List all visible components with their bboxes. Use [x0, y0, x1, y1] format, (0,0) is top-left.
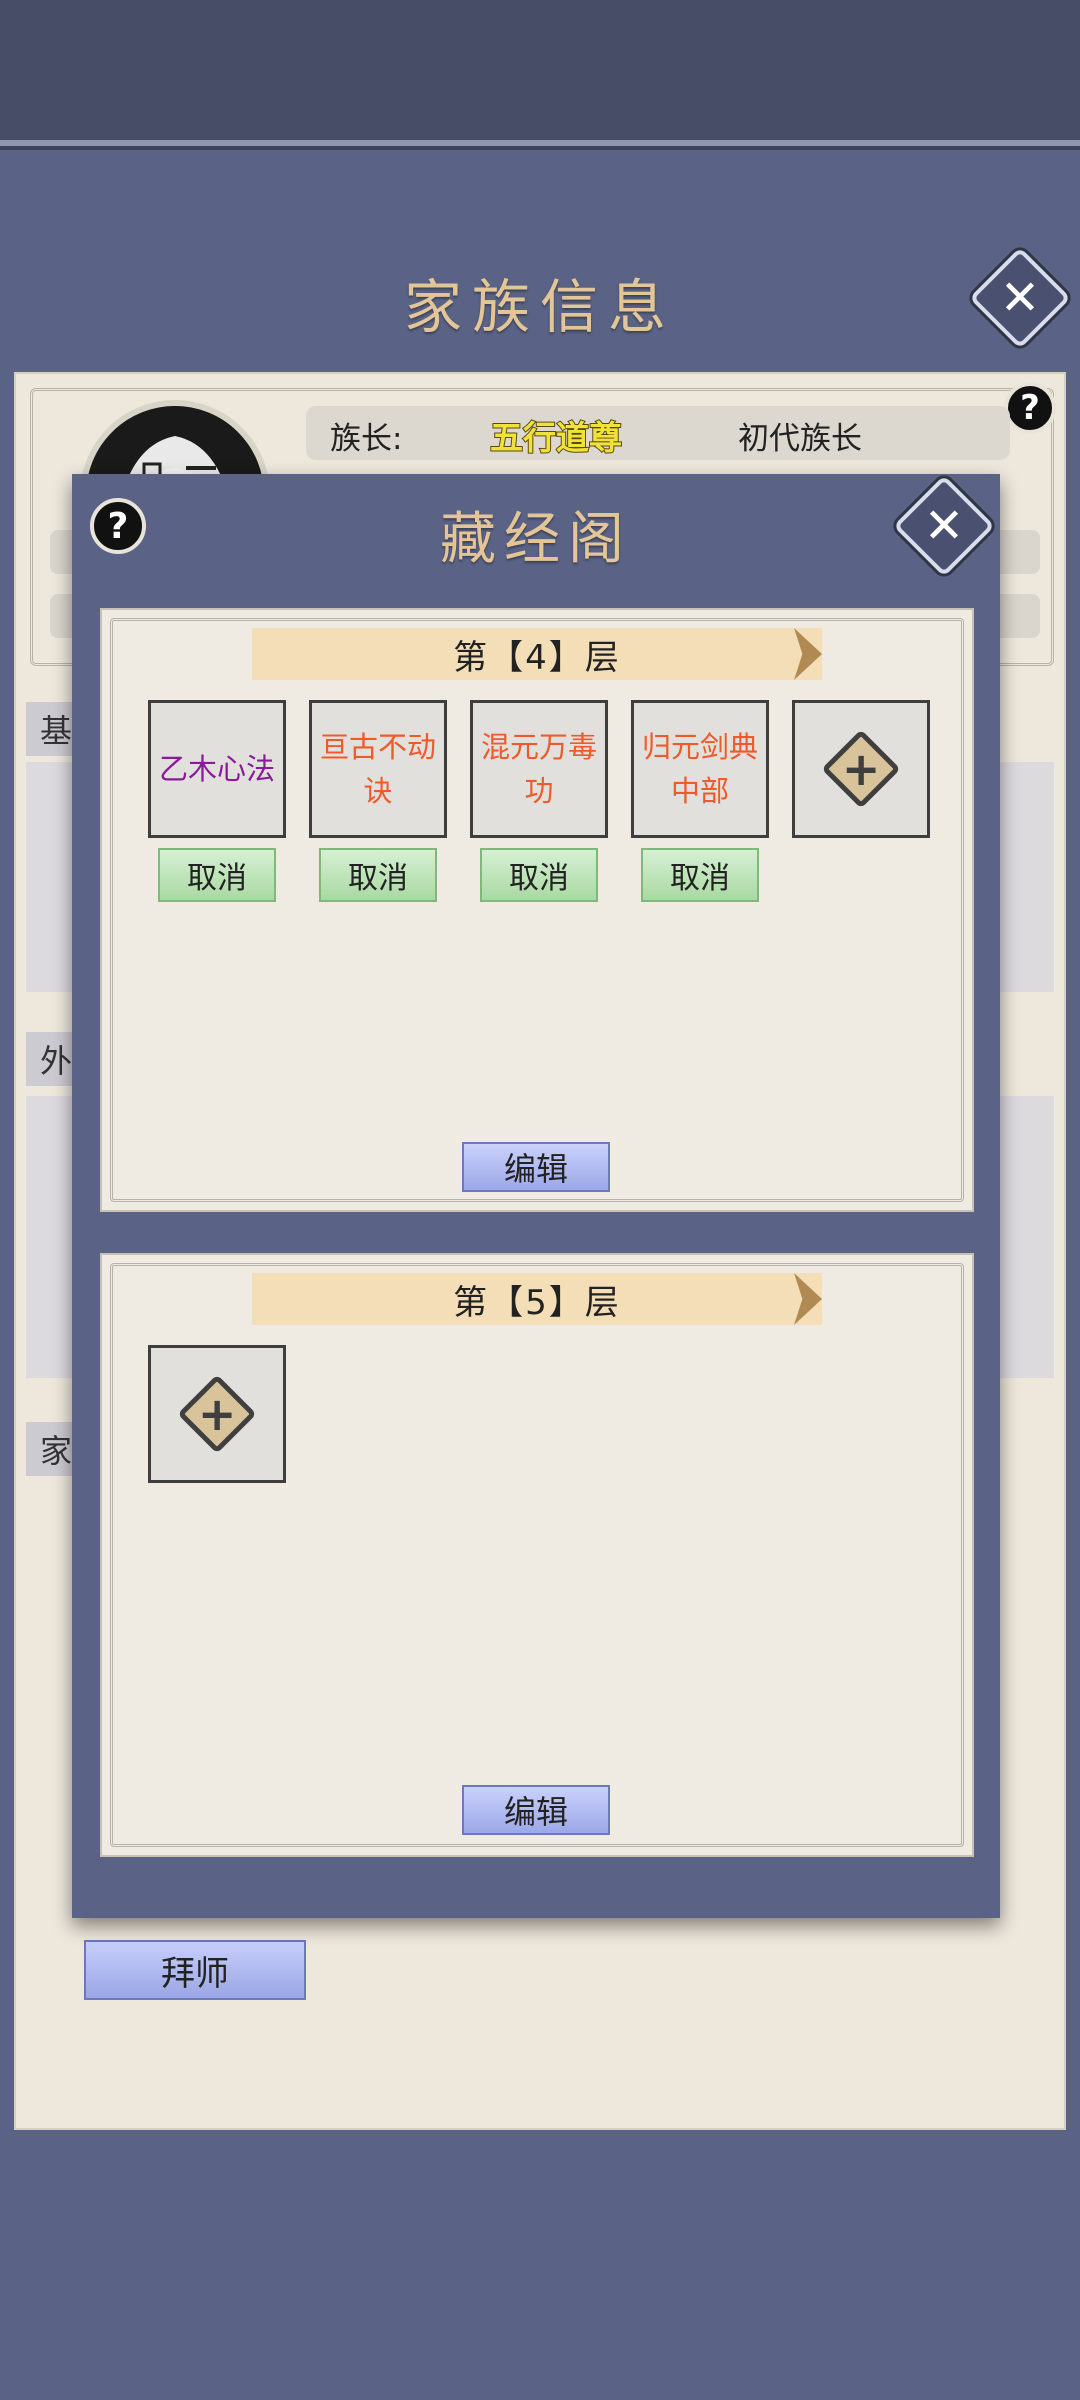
edit-button[interactable]: 编辑 — [462, 1785, 610, 1835]
family-help-icon[interactable]: ? — [1004, 382, 1056, 434]
floor-panel-5: 第【5】层 + 编辑 — [100, 1253, 974, 1857]
book-slot[interactable]: 亘古不动诀 — [309, 700, 447, 838]
cancel-button[interactable]: 取消 — [319, 848, 437, 902]
top-band-edge-shadow — [0, 146, 1080, 150]
book-slot[interactable]: 混元万毒功 — [470, 700, 608, 838]
patriarch-label: 族长: — [330, 421, 403, 457]
add-book-slot[interactable]: + — [148, 1345, 286, 1483]
book-slot[interactable]: 归元剑典中部 — [631, 700, 769, 838]
add-icon: + — [177, 1374, 257, 1454]
patriarch-title: 初代族长 — [738, 421, 862, 457]
floor-banner: 第【4】层 — [252, 628, 822, 680]
add-icon: + — [821, 729, 901, 809]
family-info-title: 家族信息 — [403, 273, 676, 341]
patriarch-row — [306, 406, 1010, 460]
patriarch-name[interactable]: 五行道尊 — [489, 411, 623, 459]
edit-button[interactable]: 编辑 — [462, 1142, 610, 1192]
add-book-slot[interactable]: + — [792, 700, 930, 838]
cancel-button[interactable]: 取消 — [480, 848, 598, 902]
floor-panel-4: 第【4】层 乙木心法 亘古不动诀 混元万毒功 归元剑典中部 + 取消 取消 取消… — [100, 608, 974, 1212]
cancel-button[interactable]: 取消 — [641, 848, 759, 902]
pavilion-help-icon[interactable]: ? — [90, 498, 146, 554]
close-icon: ✕ — [923, 498, 965, 554]
cancel-button[interactable]: 取消 — [158, 848, 276, 902]
top-band — [0, 0, 1080, 140]
close-icon: ✕ — [999, 270, 1041, 326]
floor-banner: 第【5】层 — [252, 1273, 822, 1325]
bow-to-master-button[interactable]: 拜师 — [84, 1940, 306, 2000]
book-slot[interactable]: 乙木心法 — [148, 700, 286, 838]
pavilion-title: 藏经阁 — [440, 507, 632, 572]
